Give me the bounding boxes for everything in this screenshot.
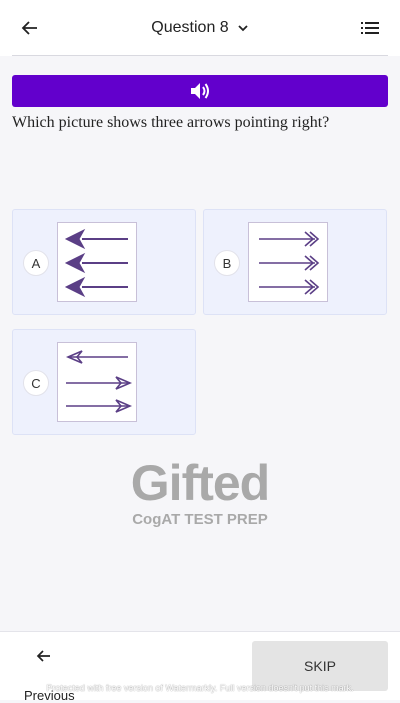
option-c[interactable]: C <box>12 329 196 435</box>
option-letter: C <box>23 370 49 396</box>
option-c-picture <box>57 342 137 422</box>
logo-subtitle: CogAT TEST PREP <box>132 511 268 528</box>
arrow-left-icon <box>21 21 37 35</box>
option-letter: B <box>214 250 240 276</box>
arrow-right-double-icon <box>259 279 320 295</box>
back-button[interactable] <box>16 14 44 42</box>
speaker-icon <box>191 83 209 99</box>
chevron-down-icon <box>238 25 248 32</box>
arrow-left-filled-icon <box>64 276 128 298</box>
arrow-left-open-icon <box>65 350 128 364</box>
play-audio-button[interactable] <box>12 75 388 107</box>
logo-brand: Gifted <box>130 455 270 511</box>
page-title: Question 8 <box>151 19 229 36</box>
option-b-picture <box>248 222 328 302</box>
gifted-logo: Gifted CogAT TEST PREP <box>0 455 400 528</box>
menu-button[interactable] <box>356 14 384 42</box>
arrow-left-filled-icon <box>64 228 128 250</box>
option-a[interactable]: A <box>12 209 196 315</box>
arrow-right-open-icon <box>66 376 133 390</box>
arrow-left-icon <box>36 650 50 662</box>
question-selector[interactable]: Question 8 <box>151 19 248 37</box>
arrow-right-open-icon <box>66 399 133 413</box>
watermark-text: Protected with free version of Watermark… <box>46 683 354 693</box>
question-text: Which picture shows three arrows pointin… <box>12 114 330 131</box>
option-letter: A <box>23 250 49 276</box>
top-bar: Question 8 <box>0 0 400 56</box>
arrow-right-double-icon <box>259 255 320 271</box>
header-divider <box>12 55 388 56</box>
arrow-left-filled-icon <box>64 252 128 274</box>
list-icon <box>360 22 379 34</box>
option-b[interactable]: B <box>203 209 387 315</box>
arrow-right-double-icon <box>259 231 320 247</box>
option-a-picture <box>57 222 137 302</box>
